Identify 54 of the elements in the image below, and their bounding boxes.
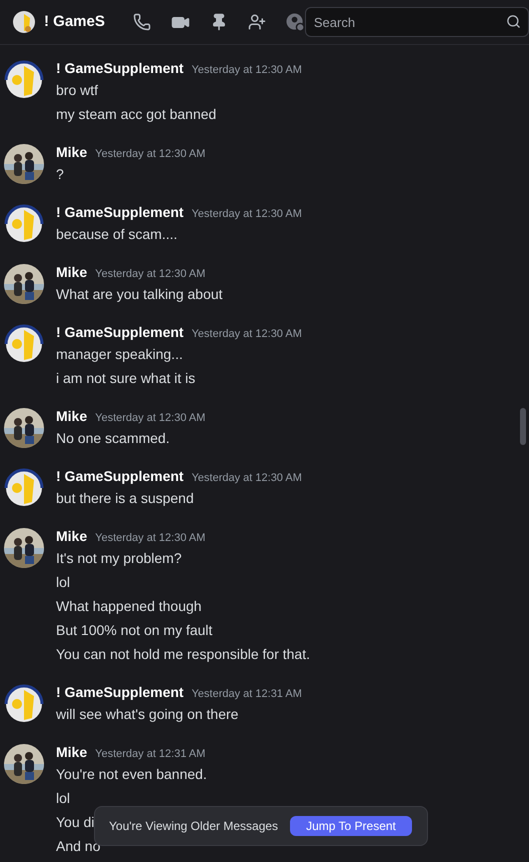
add-user-icon[interactable] <box>248 13 266 31</box>
jump-to-present-button[interactable]: Jump To Present <box>290 816 412 836</box>
author-name[interactable]: Mike <box>56 262 88 283</box>
message-text: but there is a suspend <box>56 489 194 508</box>
message-text: bro wtf <box>56 81 98 100</box>
phone-icon[interactable] <box>132 13 151 31</box>
message-text: lol <box>56 789 70 808</box>
message-timestamp: Yesterday at 12:30 AM <box>95 531 206 546</box>
message-text: You're not even banned. <box>56 765 207 784</box>
message-text: And no <box>56 837 100 856</box>
message-text: i am not sure what it is <box>56 369 196 388</box>
channel-title: ! GameS <box>44 12 105 32</box>
message-timestamp: Yesterday at 12:30 AM <box>192 327 302 342</box>
scrollbar-thumb[interactable] <box>520 408 526 445</box>
message-text: ? <box>56 165 64 184</box>
message-timestamp: Yesterday at 12:31 AM <box>192 687 302 702</box>
author-name[interactable]: ! GameSupplement <box>56 466 184 487</box>
message-text: But 100% not on my fault <box>56 621 212 640</box>
message-text: will see what's going on there <box>56 705 238 724</box>
author-name[interactable]: Mike <box>56 742 88 763</box>
message-timestamp: Yesterday at 12:30 AM <box>95 411 206 426</box>
logo-avatar-icon <box>4 468 44 508</box>
author-name[interactable]: Mike <box>56 526 88 547</box>
message-text: manager speaking... <box>56 345 183 364</box>
search-field[interactable]: Search <box>304 7 529 37</box>
author-name[interactable]: ! GameSupplement <box>56 58 184 79</box>
message-timestamp: Yesterday at 12:30 AM <box>95 147 206 162</box>
search-icon[interactable] <box>506 14 521 29</box>
banner-text: You're Viewing Older Messages <box>109 818 278 835</box>
message-text: because of scam.... <box>56 225 178 244</box>
logo-avatar-icon <box>4 60 44 100</box>
message-text: You di <box>56 813 94 832</box>
author-name[interactable]: Mike <box>56 406 88 427</box>
message-timestamp: Yesterday at 12:30 AM <box>192 471 302 486</box>
message-text: lol <box>56 573 70 592</box>
logo-avatar-icon <box>12 10 36 34</box>
author-name[interactable]: ! GameSupplement <box>56 682 184 703</box>
message-text: What are you talking about <box>56 285 223 304</box>
user-status-icon[interactable] <box>286 12 305 32</box>
author-name[interactable]: Mike <box>56 142 88 163</box>
message-text: my steam acc got banned <box>56 105 216 124</box>
message-text: It's not my problem? <box>56 549 182 568</box>
author-name[interactable]: ! GameSupplement <box>56 202 184 223</box>
message-timestamp: Yesterday at 12:31 AM <box>95 747 206 762</box>
message-timestamp: Yesterday at 12:30 AM <box>95 267 206 282</box>
message-timestamp: Yesterday at 12:30 AM <box>192 63 302 78</box>
message-text: You can not hold me responsible for that. <box>56 645 310 664</box>
logo-avatar-icon <box>4 684 44 724</box>
message-text: No one scammed. <box>56 429 170 448</box>
logo-avatar-icon <box>4 324 44 364</box>
message-text: What happened though <box>56 597 202 616</box>
author-name[interactable]: ! GameSupplement <box>56 322 184 343</box>
message-timestamp: Yesterday at 12:30 AM <box>192 207 302 222</box>
logo-avatar-icon <box>4 204 44 244</box>
